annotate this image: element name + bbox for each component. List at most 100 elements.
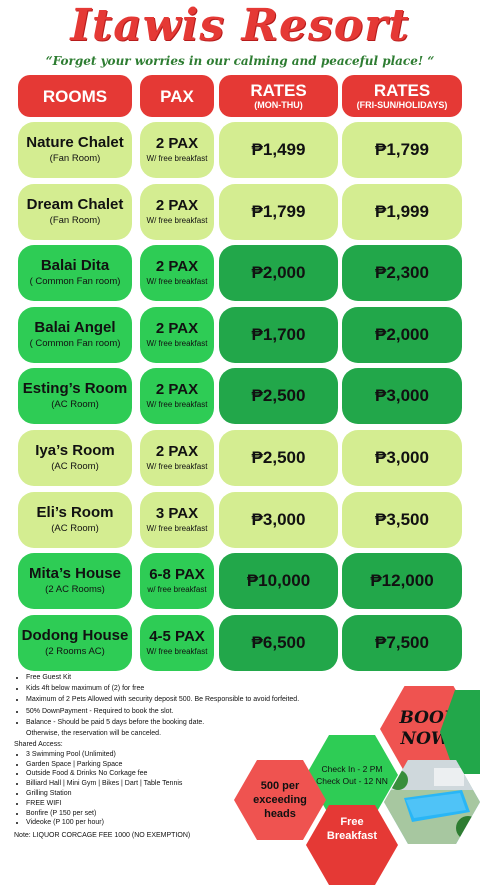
room-name-cell: Balai Angel ( Common Fan room) <box>18 307 132 363</box>
weekend-rate-cell: ₱1,799 <box>342 122 462 178</box>
shared-item: Billiard Hall | Mini Gym | Bikes | Dart … <box>26 779 244 789</box>
header-rooms: ROOMS <box>18 75 132 117</box>
note-item: 50% DownPayment - Required to book the s… <box>26 706 314 717</box>
pax-cell: 2 PAX W/ free breakfast <box>140 430 214 486</box>
room-type: (AC Room) <box>51 399 99 410</box>
weekday-rate: ₱2,500 <box>251 448 306 467</box>
weekday-rate: ₱2,500 <box>251 386 306 405</box>
shared-item: Outside Food & Drinks No Corkage fee <box>26 769 244 779</box>
header-rates-weekday: RATES (MON-THU) <box>219 75 338 117</box>
pax-cell: 3 PAX W/ free breakfast <box>140 492 214 548</box>
room-type: ( Common Fan room) <box>29 338 121 349</box>
weekend-rate: ₱7,500 <box>375 633 429 652</box>
shared-item: 3 Swimming Pool (Unlimited) <box>26 750 244 760</box>
room-name-cell: Dodong House (2 Rooms AC) <box>18 615 132 671</box>
notes-list: Free Guest KitKids 4ft below maximum of … <box>14 672 314 739</box>
resort-title: Itawis Resort <box>70 0 410 51</box>
weekend-rate-cell: ₱3,000 <box>342 430 462 486</box>
shared-item: Videoke (P 100 per hour) <box>26 818 244 828</box>
room-name: Balai Dita <box>40 257 110 274</box>
pax-count: 2 PAX <box>155 443 199 460</box>
pax-note: W/ free breakfast <box>146 154 208 163</box>
weekend-rate: ₱2,300 <box>375 263 429 282</box>
room-type: (Fan Room) <box>49 153 101 164</box>
room-type: (Fan Room) <box>49 215 101 226</box>
weekend-rate-cell: ₱12,000 <box>342 553 462 609</box>
weekday-rate: ₱6,500 <box>251 633 306 652</box>
pax-note: W/ free breakfast <box>146 524 208 533</box>
header-pax-label: PAX <box>160 86 194 106</box>
shared-item: Bonfire (P 150 per set) <box>26 809 244 819</box>
header-rates-weekday-label: RATES <box>250 81 307 100</box>
shared-item: Grilling Station <box>26 789 244 799</box>
weekday-rate: ₱10,000 <box>246 571 311 590</box>
pax-note: W/ free breakfast <box>146 216 208 225</box>
free-breakfast-text: Free Breakfast <box>326 816 378 842</box>
pax-count: 6-8 PAX <box>149 566 205 583</box>
pax-note: W/ free breakfast <box>146 277 208 286</box>
promo-hex-breakfast: Free Breakfast <box>306 805 398 885</box>
room-name-cell: Balai Dita ( Common Fan room) <box>18 245 132 301</box>
weekday-rate: ₱3,000 <box>251 510 306 529</box>
weekend-rate: ₱3,500 <box>375 510 429 529</box>
note-item: Kids 4ft below maximum of (2) for free <box>26 683 314 694</box>
weekday-rate-cell: ₱1,799 <box>219 184 338 240</box>
weekend-rate-cell: ₱2,300 <box>342 245 462 301</box>
liquor-footnote: Note: LIQUOR CORCAGE FEE 1000 (NO EXEMPT… <box>14 832 191 839</box>
room-name: Iya’s Room <box>35 442 115 459</box>
note-item: Balance - Should be paid 5 days before t… <box>26 717 314 728</box>
shared-access: Shared Access: 3 Swimming Pool (Unlimite… <box>14 740 244 828</box>
pax-count: 2 PAX <box>155 258 199 275</box>
weekday-rate-cell: ₱1,700 <box>219 307 338 363</box>
room-name-cell: Iya’s Room (AC Room) <box>18 430 132 486</box>
weekday-rate-cell: ₱10,000 <box>219 553 338 609</box>
pax-cell: 2 PAX W/ free breakfast <box>140 184 214 240</box>
room-name: Esting’s Room <box>22 380 128 397</box>
pax-count: 2 PAX <box>155 197 199 214</box>
pax-note: W/ free breakfast <box>146 400 208 409</box>
room-name-cell: Mita’s House (2 AC Rooms) <box>18 553 132 609</box>
pax-count: 2 PAX <box>155 135 199 152</box>
check-out-text: Check Out - 12 NN <box>316 776 388 786</box>
room-name: Mita’s House <box>29 565 121 582</box>
pax-note: W/ free breakfast <box>146 339 208 348</box>
pax-cell: 2 PAX W/ free breakfast <box>140 122 214 178</box>
pax-count: 2 PAX <box>155 381 199 398</box>
pax-cell: 4-5 PAX W/ free breakfast <box>140 615 214 671</box>
room-type: (AC Room) <box>51 461 99 472</box>
weekend-rate-cell: ₱3,000 <box>342 368 462 424</box>
pax-note: W/ free breakfast <box>146 462 208 471</box>
weekday-rate-cell: ₱6,500 <box>219 615 338 671</box>
weekday-rate-cell: ₱3,000 <box>219 492 338 548</box>
weekday-rate-cell: ₱2,000 <box>219 245 338 301</box>
weekday-rate-cell: ₱2,500 <box>219 430 338 486</box>
pax-count: 4-5 PAX <box>149 628 205 645</box>
weekend-rate-cell: ₱7,500 <box>342 615 462 671</box>
shared-item: Garden Space | Parking Space <box>26 760 244 770</box>
weekday-rate: ₱1,499 <box>251 140 306 159</box>
exceeding-text: 500 per exceeding heads <box>253 780 307 820</box>
pax-cell: 6-8 PAX w/ free breakfast <box>140 553 214 609</box>
header-rooms-label: ROOMS <box>42 86 108 106</box>
weekend-rate: ₱2,000 <box>375 325 429 344</box>
weekday-rate-cell: ₱1,499 <box>219 122 338 178</box>
header-rates-weekday-sub: (MON-THU) <box>254 100 303 110</box>
weekday-rate: ₱1,700 <box>251 325 306 344</box>
note-item: Maximum of 2 Pets Allowed with security … <box>26 694 314 705</box>
weekend-rate-cell: ₱2,000 <box>342 307 462 363</box>
pax-count: 2 PAX <box>155 320 199 337</box>
room-name: Balai Angel <box>34 319 116 336</box>
header-rates-weekend: RATES (FRI-SUN/HOLIDAYS) <box>342 75 462 117</box>
weekend-rate-cell: ₱3,500 <box>342 492 462 548</box>
room-name-cell: Esting’s Room (AC Room) <box>18 368 132 424</box>
room-name-cell: Nature Chalet (Fan Room) <box>18 122 132 178</box>
weekend-rate: ₱1,799 <box>375 140 429 159</box>
header-pax: PAX <box>140 75 214 117</box>
pax-cell: 2 PAX W/ free breakfast <box>140 245 214 301</box>
pax-note: w/ free breakfast <box>147 585 207 594</box>
note-item: Free Guest Kit <box>26 672 314 683</box>
weekday-rate: ₱2,000 <box>251 263 306 282</box>
weekend-rate: ₱1,999 <box>375 202 429 221</box>
pax-cell: 2 PAX W/ free breakfast <box>140 368 214 424</box>
shared-title: Shared Access: <box>14 741 63 748</box>
